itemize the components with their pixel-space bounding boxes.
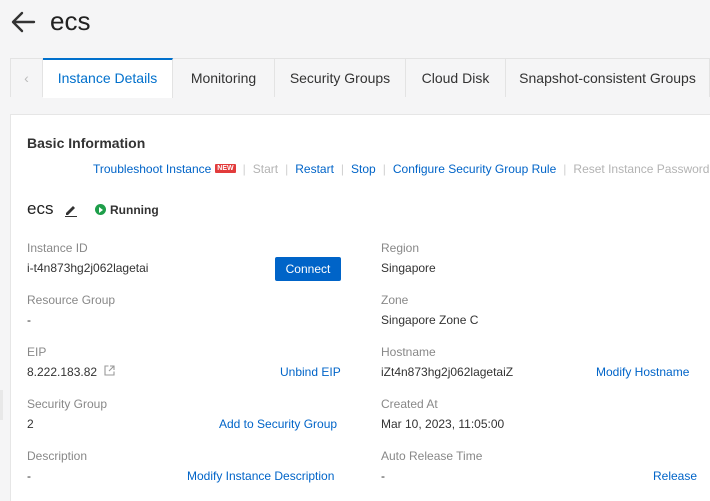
tab-monitoring[interactable]: Monitoring <box>173 58 275 97</box>
region-value: Singapore <box>381 261 436 275</box>
tab-bar: ‹ Instance Details Monitoring Security G… <box>10 58 710 98</box>
instance-id-label: Instance ID <box>27 241 88 255</box>
eip-label: EIP <box>27 345 47 359</box>
unbind-eip-link[interactable]: Unbind EIP <box>280 365 341 379</box>
section-title: Basic Information <box>27 135 146 151</box>
zone-value: Singapore Zone C <box>381 313 479 327</box>
back-arrow-icon[interactable] <box>10 10 36 34</box>
security-group-value: 2 <box>27 417 34 431</box>
start-button[interactable]: Start <box>253 162 278 176</box>
external-link-icon[interactable] <box>104 365 115 376</box>
divider: | <box>340 161 345 176</box>
edit-pencil-icon[interactable] <box>64 203 78 217</box>
instance-id-value: i-t4n873hg2j062lagetai <box>27 261 149 275</box>
divider: | <box>563 161 567 176</box>
scroll-edge <box>0 390 3 420</box>
hostname-value: iZt4n873hg2j062lagetaiZ <box>381 365 514 379</box>
resource-group-value: - <box>27 313 31 327</box>
running-status-icon <box>95 204 106 215</box>
resource-group-label: Resource Group <box>27 293 116 307</box>
status-badge: Running <box>95 203 159 217</box>
divider: | <box>242 161 246 176</box>
troubleshoot-instance-link[interactable]: Troubleshoot Instance <box>93 162 211 176</box>
tab-instance-details[interactable]: Instance Details <box>43 58 173 98</box>
modify-instance-description-link[interactable]: Modify Instance Description <box>187 469 334 483</box>
page-header: ecs <box>0 0 710 58</box>
zone-label: Zone <box>381 293 409 307</box>
description-value: - <box>27 469 31 483</box>
region-label: Region <box>381 241 420 255</box>
basic-information-panel: Basic Information Troubleshoot Instance N… <box>10 114 710 501</box>
hostname-label: Hostname <box>381 345 436 359</box>
created-at-value: Mar 10, 2023, 11:05:00 <box>381 417 505 431</box>
status-text: Running <box>110 203 159 217</box>
divider: | <box>285 161 289 176</box>
divider: | <box>382 161 386 176</box>
description-label: Description <box>27 449 88 463</box>
tab-security-groups[interactable]: Security Groups <box>275 58 406 97</box>
auto-release-time-label: Auto Release Time <box>381 449 483 463</box>
release-link[interactable]: Release <box>653 469 697 483</box>
stop-button[interactable]: Stop <box>351 162 376 176</box>
tab-cloud-disk[interactable]: Cloud Disk <box>406 58 506 97</box>
instance-name: ecs <box>27 199 54 218</box>
tab-snapshot-consistent-groups[interactable]: Snapshot-consistent Groups <box>506 58 710 97</box>
configure-security-group-rule-link[interactable]: Configure Security Group Rule <box>393 162 556 176</box>
restart-button[interactable]: Restart <box>295 162 334 176</box>
instance-action-bar: Troubleshoot Instance NEW | Start | Restart | S… <box>93 161 709 176</box>
security-group-label: Security Group <box>27 397 108 411</box>
tab-scroll-left-icon[interactable]: ‹ <box>10 58 43 97</box>
reset-password-button[interactable]: Reset Instance Password <box>573 162 709 176</box>
page-title: ecs <box>50 6 91 36</box>
connect-button[interactable]: Connect <box>275 257 341 281</box>
new-badge: NEW <box>215 164 236 174</box>
modify-hostname-link[interactable]: Modify Hostname <box>596 365 689 379</box>
auto-release-time-value: - <box>381 469 385 483</box>
add-to-security-group-link[interactable]: Add to Security Group <box>219 417 337 431</box>
eip-value: 8.222.183.82 <box>27 365 98 379</box>
created-at-label: Created At <box>381 397 438 411</box>
